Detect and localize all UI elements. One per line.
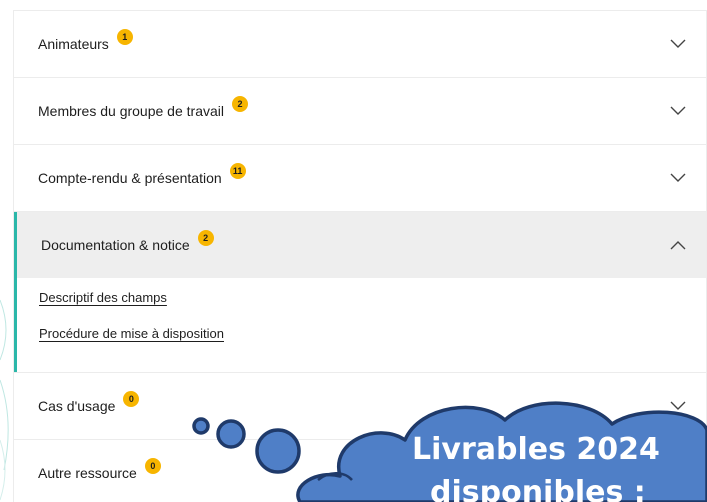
count-badge: 2 [232, 96, 248, 112]
count-badge: 0 [123, 391, 140, 407]
accordion-item-documentation: Documentation & notice 2 Descriptif des … [13, 211, 707, 372]
link-procedure-mise-a-disposition[interactable]: Procédure de mise à disposition [39, 326, 224, 341]
accordion-content-documentation: Descriptif des champs Procédure de mise … [14, 278, 706, 372]
accordion-header-membres[interactable]: Membres du groupe de travail 2 [14, 78, 706, 144]
accordion-label: Compte-rendu & présentation [38, 170, 222, 186]
accordion: Animateurs 1 Membres du groupe de travai… [13, 10, 707, 502]
accordion-header-animateurs[interactable]: Animateurs 1 [14, 11, 706, 77]
callout-line-1: Livrables 2024 [412, 432, 660, 467]
chevron-down-icon[interactable] [670, 173, 686, 183]
count-badge: 11 [229, 163, 246, 179]
count-badge: 1 [116, 29, 133, 45]
chevron-up-icon[interactable] [670, 240, 686, 250]
accordion-header-compte-rendu[interactable]: Compte-rendu & présentation 11 [14, 145, 706, 211]
accordion-label: Autre ressource [38, 465, 137, 481]
accordion-label: Animateurs [38, 36, 109, 52]
accordion-header-documentation[interactable]: Documentation & notice 2 [14, 212, 706, 278]
chevron-down-icon[interactable] [670, 106, 686, 116]
accordion-label: Membres du groupe de travail [38, 103, 224, 119]
chevron-down-icon[interactable] [670, 401, 686, 411]
accordion-header-cas-usage[interactable]: Cas d'usage 0 [14, 373, 706, 439]
link-descriptif-des-champs[interactable]: Descriptif des champs [39, 290, 167, 305]
callout-line-2: disponibles : [430, 475, 646, 502]
accordion-item-cas-usage: Cas d'usage 0 [13, 372, 707, 439]
accordion-item-animateurs: Animateurs 1 [13, 10, 707, 77]
accordion-item-compte-rendu: Compte-rendu & présentation 11 [13, 144, 707, 211]
accordion-label: Documentation & notice [41, 237, 190, 253]
count-badge: 0 [144, 458, 161, 474]
count-badge: 2 [197, 230, 214, 246]
accordion-label: Cas d'usage [38, 398, 116, 414]
chevron-down-icon[interactable] [670, 39, 686, 49]
accordion-item-membres: Membres du groupe de travail 2 [13, 77, 707, 144]
